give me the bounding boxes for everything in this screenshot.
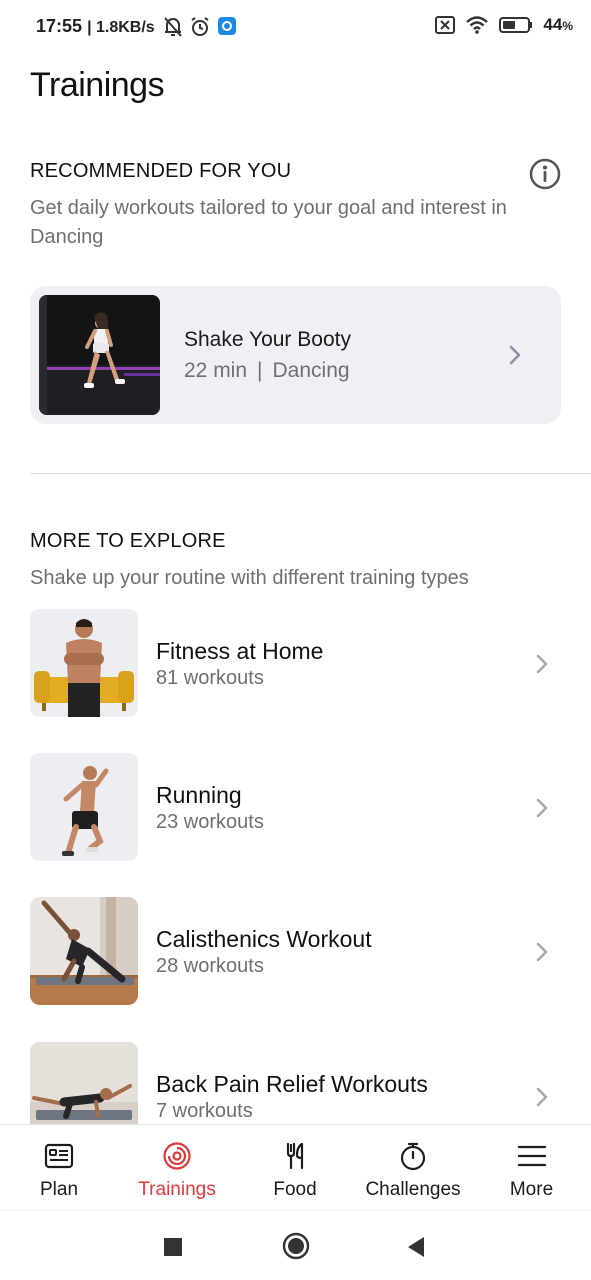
muted-bell-icon — [164, 17, 182, 37]
battery-unit: % — [562, 19, 573, 33]
app-notification-icon — [218, 17, 236, 35]
battery-percent: 44% — [543, 15, 573, 35]
nav-label-plan: Plan — [39, 1179, 79, 1200]
meta-separator: | — [257, 359, 263, 382]
fitness-at-home-image — [30, 609, 138, 717]
nav-item-more[interactable]: More — [472, 1125, 591, 1211]
nav-item-food[interactable]: Food — [236, 1125, 354, 1211]
alarm-icon — [191, 17, 209, 36]
nav-item-challenges[interactable]: Challenges — [354, 1125, 472, 1211]
explore-item-running[interactable]: Running 23 workouts — [30, 753, 561, 863]
explore-item-fitness-at-home[interactable]: Fitness at Home 81 workouts — [30, 609, 561, 719]
system-navigation-bar — [0, 1210, 591, 1280]
nav-label-challenges: Challenges — [365, 1179, 461, 1200]
recommended-workout-image — [39, 295, 160, 415]
chevron-right-icon — [536, 942, 548, 962]
calisthenics-image — [30, 897, 138, 1005]
nav-item-trainings[interactable]: Trainings — [118, 1125, 236, 1211]
battery-icon — [499, 17, 533, 33]
status-right: 44% — [435, 15, 573, 35]
bottom-navigation: Plan Trainings Food Challenges More — [0, 1124, 591, 1210]
explore-item-title: Running — [156, 782, 242, 808]
home-circle-icon[interactable] — [282, 1232, 310, 1260]
chevron-right-icon — [536, 654, 548, 674]
chevron-right-icon — [536, 798, 548, 818]
explore-item-title: Fitness at Home — [156, 638, 324, 664]
recommended-subtitle: Get daily workouts tailored to your goal… — [30, 197, 507, 248]
explore-item-calisthenics[interactable]: Calisthenics Workout 28 workouts — [30, 897, 561, 1007]
recents-square-icon[interactable] — [164, 1238, 182, 1256]
recommended-workout-category: Dancing — [272, 359, 350, 382]
recommended-workout-title: Shake Your Booty — [184, 328, 351, 351]
chevron-right-icon — [509, 345, 521, 365]
nav-label-food: Food — [273, 1179, 317, 1200]
back-triangle-icon[interactable] — [406, 1236, 426, 1258]
fork-knife-icon — [286, 1142, 304, 1170]
chevron-right-icon — [536, 1087, 548, 1107]
nav-label-trainings: Trainings — [138, 1179, 216, 1200]
stopwatch-icon — [400, 1142, 426, 1171]
explore-subtitle: Shake up your routine with different tra… — [30, 567, 469, 589]
status-time: 17:55 | 1.8KB/s — [36, 16, 155, 37]
plan-icon — [44, 1143, 74, 1169]
explore-item-title: Calisthenics Workout — [156, 926, 372, 952]
sim-off-icon — [435, 16, 456, 34]
page-title: Trainings — [30, 66, 165, 104]
nav-item-plan[interactable]: Plan — [0, 1125, 118, 1211]
recommended-workout-duration: 22 min — [184, 359, 248, 382]
explore-item-count: 7 workouts — [156, 1100, 253, 1122]
explore-item-count: 28 workouts — [156, 955, 264, 977]
recommended-heading: RECOMMENDED FOR YOU — [30, 160, 292, 182]
explore-item-title: Back Pain Relief Workouts — [156, 1071, 428, 1097]
trainings-icon — [163, 1142, 191, 1170]
wifi-icon — [466, 16, 489, 34]
nav-label-more: More — [509, 1179, 554, 1200]
explore-item-count: 81 workouts — [156, 667, 264, 689]
recommended-workout-card[interactable]: Shake Your Booty 22 min | Dancing — [30, 286, 561, 424]
status-bar: 17:55 | 1.8KB/s 44% — [0, 0, 591, 56]
explore-item-count: 23 workouts — [156, 811, 264, 833]
status-network-speed: | 1.8KB/s — [87, 19, 155, 36]
menu-icon — [517, 1145, 546, 1167]
section-divider — [30, 473, 591, 474]
explore-heading: MORE TO EXPLORE — [30, 530, 226, 552]
running-image — [30, 753, 138, 861]
info-icon[interactable] — [529, 158, 561, 190]
battery-value: 44 — [543, 15, 563, 34]
recommended-workout-meta: 22 min | Dancing — [184, 359, 350, 383]
status-clock: 17:55 — [36, 16, 83, 36]
